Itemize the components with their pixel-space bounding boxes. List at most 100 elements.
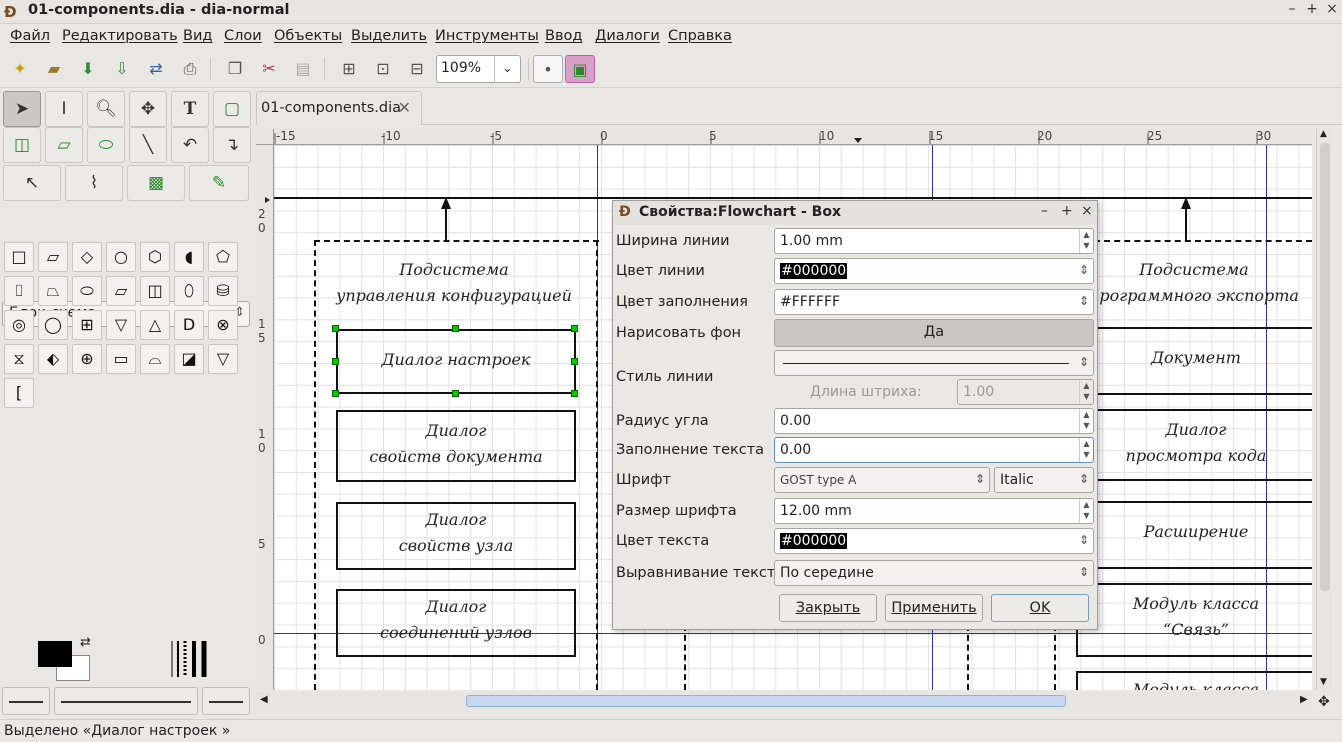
menu-select[interactable]: Выделить [351,28,427,44]
export-icon[interactable]: ⇄ [141,55,171,83]
beziergon-tool-icon[interactable]: ⬭ [87,127,125,163]
chevron-updown-icon[interactable]: ⇕ [975,472,985,486]
foreground-color-swatch[interactable] [38,641,72,667]
text-align-value[interactable]: По середине [780,565,874,581]
or-shape-icon[interactable]: ⊕ [72,344,102,374]
close-icon[interactable]: × [1322,1,1342,21]
swap-colors-icon[interactable]: ⇄ [80,635,91,650]
menu-help[interactable]: Справка [668,28,732,44]
minimize-icon[interactable]: – [1282,1,1302,21]
delay-shape-icon[interactable]: D [174,310,204,340]
offpage-shape-icon[interactable]: ⬠ [208,242,238,272]
direct-access-shape-icon[interactable]: ◎ [4,310,34,340]
text-padding-spin[interactable]: 0.00 ▲ ▼ [774,437,1094,463]
horizontal-scrollbar[interactable]: ◀ ▶ [256,692,1312,710]
menu-dialogs[interactable]: Диалоги [595,28,660,44]
diagram-box[interactable]: Расширение [1076,501,1312,569]
close-button[interactable]: Закрыть [779,594,877,622]
chevron-updown-icon[interactable]: ⇕ [1079,294,1089,308]
box-tool-icon[interactable]: ▢ [213,91,251,127]
font-style-combo[interactable]: Italic ⇕ [994,467,1094,493]
save-icon[interactable]: ⬇ [73,55,103,83]
font-size-spin[interactable]: 12.00 mm ▲ ▼ [774,498,1094,524]
extract-shape-icon[interactable]: △ [140,310,170,340]
zigzag-tool-icon[interactable]: ↴ [213,127,251,163]
scroll-left-icon[interactable]: ◀ [260,694,268,705]
predefined-shape-icon[interactable]: ◫ [140,276,170,306]
diagram-box-selected[interactable]: Диалог настроек [336,329,576,394]
text-align-combo[interactable]: По середине ⇕ [774,560,1094,586]
pointer-tool-icon[interactable]: ➤ [3,91,41,127]
stored-data-shape-icon[interactable]: ◖ [174,242,204,272]
cut-icon[interactable]: ✂ [254,55,284,83]
zoom-fit-icon[interactable]: ⊡ [368,55,398,83]
diagram-box[interactable]: Диалог соединений узлов [336,589,576,657]
chevron-updown-icon[interactable]: ⇕ [1079,355,1089,369]
selection-handle[interactable] [332,390,339,397]
copy-icon[interactable]: ❐ [220,55,250,83]
diagram-box[interactable]: Документ [1076,327,1312,395]
ok-button[interactable]: OK [991,594,1089,622]
text-tool-icon[interactable]: T [171,91,209,127]
line-style-combo[interactable]: ⇕ [774,350,1094,376]
line-widths-icon[interactable] [168,639,212,679]
scroll-thumb[interactable] [466,695,1066,707]
fill-color-value[interactable]: #FFFFFF [780,294,840,310]
zoom-out-icon[interactable]: ⊟ [402,55,432,83]
dialog-title-bar[interactable]: Ð Свойства:Flowchart - Box – + × [613,201,1097,225]
summing-shape-icon[interactable]: ⊗ [208,310,238,340]
line-width-value[interactable]: 1.00 mm [780,233,843,249]
close-button-label[interactable]: Закрыть [796,600,861,616]
color-selector[interactable]: ⇄ [36,635,96,687]
arc-tool-icon[interactable]: ↶ [171,127,209,163]
open-folder-icon[interactable]: ▰ [39,55,69,83]
vertical-scrollbar[interactable]: ▲ ▼ [1316,129,1332,690]
decision-shape-icon[interactable]: ◇ [72,242,102,272]
start-arrow-selector[interactable] [2,687,50,715]
magnify-tool-icon[interactable]: 🔍︎ [87,91,125,127]
terminator-shape-icon[interactable]: ⬯ [174,276,204,306]
document-shape-icon[interactable]: ⌷ [4,276,34,306]
fill-color-combo[interactable]: #FFFFFF ⇕ [774,289,1094,315]
ellipse-tool-icon[interactable]: ◫ [3,127,41,163]
font-family-value[interactable]: GOST type A [780,473,856,487]
corner-radius-value[interactable]: 0.00 [780,413,811,429]
spin-arrows-icon[interactable]: ▲ ▼ [1079,229,1093,253]
outline-tool-icon[interactable]: ✎ [189,165,249,201]
selection-handle[interactable] [452,325,459,332]
diagram-box[interactable]: Диалог просмотра кода [1076,409,1312,481]
image-tool-icon[interactable]: ▩ [127,165,185,201]
minimize-icon[interactable]: – [1041,203,1048,219]
maximize-icon[interactable]: + [1061,203,1073,219]
maximize-icon[interactable]: + [1302,1,1322,21]
merge2-shape-icon[interactable]: ▽ [208,344,238,374]
apply-button-label[interactable]: Применить [891,600,976,616]
ok-button-label[interactable]: OK [1030,600,1051,616]
corner-radius-spin[interactable]: 0.00 ▲ ▼ [774,408,1094,434]
arrow-up[interactable] [434,197,458,243]
paste-icon[interactable]: ▤ [288,55,318,83]
spin-arrows-icon[interactable]: ▲ ▼ [1079,499,1093,523]
close-tab-icon[interactable]: ✕ [398,98,411,117]
selection-handle[interactable] [332,325,339,332]
menu-edit[interactable]: Редактировать [62,28,178,44]
print-icon[interactable]: ⎙ [175,55,205,83]
arrow-up[interactable] [1174,197,1198,243]
line-style-selector[interactable] [54,687,198,715]
sequential-shape-icon[interactable]: ◯ [38,310,68,340]
annotation-shape-icon[interactable]: [ [4,378,34,408]
bus-line[interactable] [274,197,1312,199]
card-shape-icon[interactable]: ▭ [106,344,136,374]
menu-objects[interactable]: Объекты [274,28,342,44]
diagram-box[interactable]: Диалог свойств документа [336,410,576,482]
scroll-thumb[interactable] [1320,143,1330,591]
font-size-value[interactable]: 12.00 mm [780,503,852,519]
navigation-icon[interactable]: ✥ [1318,694,1330,710]
preparation-shape-icon[interactable]: ⬡ [140,242,170,272]
menu-input[interactable]: Ввод [545,28,582,44]
scroll-up-icon[interactable]: ▲ [1320,129,1327,139]
collate-shape-icon[interactable]: ⧖ [4,344,34,374]
display-shape-icon[interactable]: ⬭ [72,276,102,306]
spin-arrows-icon[interactable]: ▲ ▼ [1079,409,1093,433]
chevron-updown-icon[interactable]: ⇕ [1079,565,1089,579]
